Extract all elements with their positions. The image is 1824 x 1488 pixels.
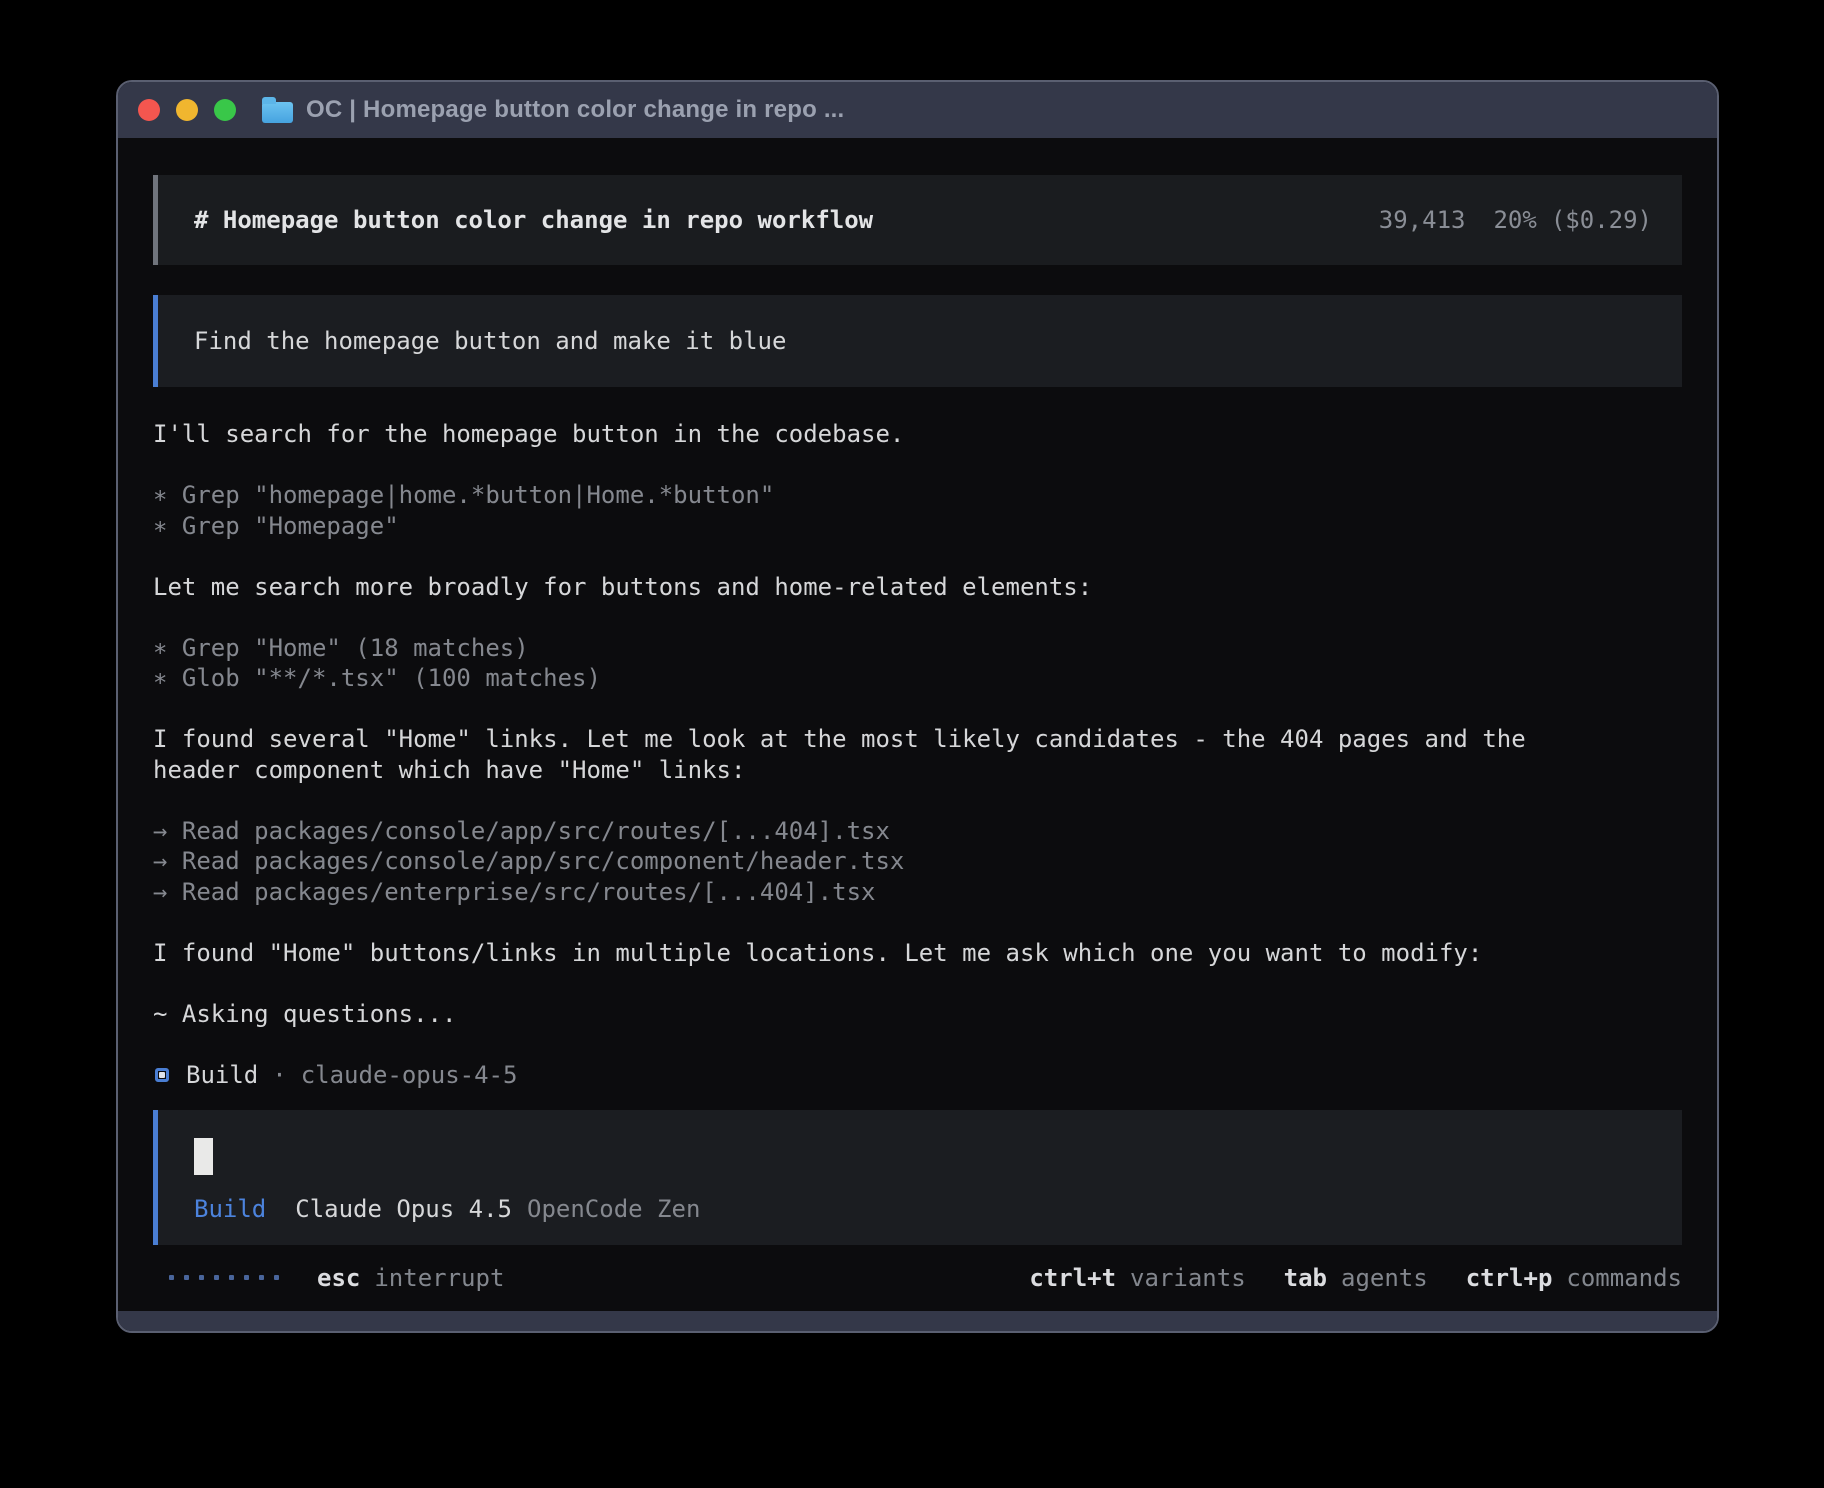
session-cost: ($0.29) bbox=[1551, 206, 1652, 234]
tool-call-line: ∗ Grep "Homepage" bbox=[153, 511, 1682, 542]
shortcut-commands: ctrl+p commands bbox=[1466, 1264, 1682, 1292]
blank-line bbox=[153, 602, 1682, 633]
esc-key-action: interrupt bbox=[374, 1264, 504, 1292]
spinner-dot bbox=[259, 1275, 264, 1280]
folder-icon bbox=[262, 102, 293, 123]
session-title: # Homepage button color change in repo w… bbox=[194, 206, 873, 234]
assistant-text-line: I found "Home" buttons/links in multiple… bbox=[153, 938, 1682, 969]
assistant-text-line: header component which have "Home" links… bbox=[153, 755, 1682, 786]
spinner-dot bbox=[169, 1275, 174, 1280]
tool-call-line: → Read packages/console/app/src/routes/[… bbox=[153, 816, 1682, 847]
status-bar: esc interrupt ctrl+t variants tab agents… bbox=[153, 1262, 1682, 1293]
tool-call-line: → Read packages/enterprise/src/routes/[.… bbox=[153, 877, 1682, 908]
input-mode-label: Build bbox=[194, 1195, 266, 1223]
close-button[interactable] bbox=[138, 99, 160, 121]
shortcut-variants: ctrl+t variants bbox=[1029, 1264, 1245, 1292]
zoom-button[interactable] bbox=[214, 99, 236, 121]
input-model-label: Claude Opus 4.5 bbox=[295, 1195, 512, 1223]
terminal-content: # Homepage button color change in repo w… bbox=[118, 138, 1717, 1311]
tool-call-line: ∗ Glob "**/*.tsx" (100 matches) bbox=[153, 663, 1682, 694]
agent-name: Build bbox=[186, 1061, 258, 1089]
assistant-text-line: I'll search for the homepage button in t… bbox=[153, 419, 1682, 450]
agent-model: claude-opus-4-5 bbox=[301, 1061, 518, 1089]
spinner-dot bbox=[274, 1275, 279, 1280]
spinner-dot bbox=[199, 1275, 204, 1280]
spinner-dot bbox=[214, 1275, 219, 1280]
prompt-input[interactable]: Build Claude Opus 4.5 OpenCode Zen bbox=[153, 1110, 1682, 1245]
tool-call-line: → Read packages/console/app/src/componen… bbox=[153, 846, 1682, 877]
agent-indicator-icon bbox=[155, 1068, 169, 1082]
status-right: ctrl+t variants tab agents ctrl+p comman… bbox=[1029, 1264, 1682, 1292]
shortcut-key: ctrl+t bbox=[1029, 1264, 1116, 1292]
shortcut-key: tab bbox=[1284, 1264, 1327, 1292]
status-left: esc interrupt bbox=[153, 1264, 504, 1292]
terminal-window: OC | Homepage button color change in rep… bbox=[116, 80, 1719, 1333]
window-bottom-edge bbox=[118, 1311, 1717, 1331]
blank-line bbox=[153, 450, 1682, 481]
user-message-text: Find the homepage button and make it blu… bbox=[194, 327, 786, 355]
assistant-text-line: Let me search more broadly for buttons a… bbox=[153, 572, 1682, 603]
esc-key-hint: esc bbox=[317, 1264, 360, 1292]
window-title: OC | Homepage button color change in rep… bbox=[306, 96, 844, 124]
spinner-dots-icon bbox=[169, 1275, 279, 1280]
context-percent: 20% bbox=[1493, 206, 1536, 234]
blank-line bbox=[153, 907, 1682, 938]
input-footer: Build Claude Opus 4.5 OpenCode Zen bbox=[194, 1195, 1646, 1223]
user-message: Find the homepage button and make it blu… bbox=[153, 295, 1682, 387]
agent-status-row: Build · claude-opus-4-5 bbox=[153, 1059, 1682, 1090]
blank-line bbox=[153, 968, 1682, 999]
spinner-dot bbox=[229, 1275, 234, 1280]
tool-call-line: ∗ Grep "homepage|home.*button|Home.*butt… bbox=[153, 480, 1682, 511]
input-provider-label: OpenCode Zen bbox=[527, 1195, 700, 1223]
token-count: 39,413 bbox=[1379, 206, 1466, 234]
title-bar[interactable]: OC | Homepage button color change in rep… bbox=[118, 82, 1717, 138]
text-cursor bbox=[194, 1138, 213, 1175]
tool-call-line: ∗ Grep "Home" (18 matches) bbox=[153, 633, 1682, 664]
shortcut-label: variants bbox=[1130, 1264, 1246, 1292]
shortcut-label: commands bbox=[1566, 1264, 1682, 1292]
spinner-dot bbox=[184, 1275, 189, 1280]
window-title-group: OC | Homepage button color change in rep… bbox=[262, 96, 844, 124]
assistant-text-line: ~ Asking questions... bbox=[153, 999, 1682, 1030]
traffic-lights bbox=[138, 99, 236, 121]
agent-separator: · bbox=[272, 1061, 286, 1089]
blank-line bbox=[153, 694, 1682, 725]
assistant-text-line: I found several "Home" links. Let me loo… bbox=[153, 724, 1682, 755]
minimize-button[interactable] bbox=[176, 99, 198, 121]
assistant-output: I'll search for the homepage button in t… bbox=[153, 419, 1682, 1029]
session-stats: 39,413 20% ($0.29) bbox=[1379, 206, 1652, 234]
session-header: # Homepage button color change in repo w… bbox=[153, 175, 1682, 265]
shortcut-agents: tab agents bbox=[1284, 1264, 1428, 1292]
spinner-dot bbox=[244, 1275, 249, 1280]
shortcut-label: agents bbox=[1341, 1264, 1428, 1292]
blank-line bbox=[153, 785, 1682, 816]
blank-line bbox=[153, 541, 1682, 572]
shortcut-key: ctrl+p bbox=[1466, 1264, 1553, 1292]
